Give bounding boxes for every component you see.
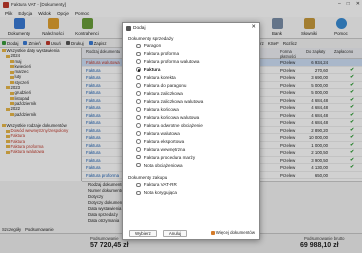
option-label: Paragon	[143, 43, 162, 49]
document-type-option[interactable]: Nota korygująca	[123, 189, 259, 197]
option-label: Faktura	[143, 67, 161, 73]
dialog-close-icon[interactable]: ✕	[251, 24, 256, 30]
document-type-option[interactable]: Faktura eksportowa	[123, 137, 259, 145]
more-documents-link[interactable]: Więcej dokumentów	[210, 230, 255, 235]
document-type-option[interactable]: Faktura wewnętrzna	[123, 145, 259, 153]
document-type-option[interactable]: Faktura	[123, 66, 259, 74]
add-document-dialog: Dodaj ✕ Dokumenty sprzedaży Paragon Faktu…	[122, 22, 260, 240]
option-label: Faktura walutowa	[143, 130, 180, 136]
document-type-option[interactable]: Faktura zaliczkowa	[123, 90, 259, 98]
dialog-icon	[126, 25, 131, 31]
document-type-option[interactable]: Faktura proforma	[123, 50, 259, 58]
radio-button[interactable]	[136, 75, 141, 81]
radio-button[interactable]	[136, 115, 141, 120]
option-label: Faktura eksportowa	[143, 138, 185, 144]
cancel-button[interactable]: Anuluj	[162, 230, 188, 237]
radio-button[interactable]	[136, 67, 141, 73]
option-label: Faktura zaliczkowa	[143, 91, 183, 97]
document-type-option[interactable]: Faktura walutowa	[123, 129, 259, 137]
option-label: Faktura zaliczkowa walutowa	[143, 99, 204, 105]
purchase-document-options: Faktura VAT-RR Nota korygująca	[123, 181, 259, 197]
select-button[interactable]: Wybierz	[129, 230, 157, 237]
sales-document-options: Paragon Faktura proforma Faktura proforma …	[123, 42, 259, 169]
option-label: Faktura proforma	[143, 51, 180, 57]
option-label: Faktura VAT-RR	[143, 182, 177, 188]
radio-button[interactable]	[136, 182, 141, 188]
option-label: Faktura procedura marży	[143, 154, 196, 160]
radio-button[interactable]	[136, 59, 141, 65]
option-label: Faktura proforma walutowa	[143, 59, 200, 65]
purchase-documents-heading: Dokumenty zakupu	[128, 175, 168, 180]
radio-button[interactable]	[136, 83, 141, 89]
option-label: Faktura korekta	[143, 75, 176, 81]
radio-button[interactable]	[136, 138, 141, 144]
dialog-footer: Wybierz Anuluj Więcej dokumentów	[123, 228, 259, 239]
document-type-option[interactable]: Faktura proforma walutowa	[123, 58, 259, 66]
option-label: Nota korygująca	[143, 190, 177, 196]
sales-documents-heading: Dokumenty sprzedaży	[128, 36, 174, 41]
document-type-option[interactable]: Faktura zaliczkowa walutowa	[123, 98, 259, 106]
document-type-option[interactable]: Paragon	[123, 42, 259, 50]
radio-button[interactable]	[136, 190, 141, 196]
option-label: Faktura do paragonu	[143, 83, 187, 89]
radio-button[interactable]	[136, 162, 141, 168]
radio-button[interactable]	[136, 130, 141, 136]
option-label: Faktura wewnętrzna	[143, 146, 186, 152]
radio-button[interactable]	[136, 146, 141, 152]
radio-button[interactable]	[136, 107, 141, 112]
dialog-title: Dodaj	[133, 25, 146, 31]
document-type-option[interactable]: Faktura procedura marży	[123, 153, 259, 161]
document-type-option[interactable]: Faktura końcowa walutowa	[123, 113, 259, 121]
document-type-option[interactable]: Nota obciążeniowa	[123, 161, 259, 169]
option-label: Nota obciążeniowa	[143, 162, 183, 168]
document-type-option[interactable]: Faktura korekta	[123, 74, 259, 82]
option-label: Faktura końcowa	[143, 106, 179, 112]
radio-button[interactable]	[136, 91, 141, 96]
document-type-option[interactable]: Faktura VAT-RR	[123, 181, 259, 189]
dialog-titlebar: Dodaj	[123, 23, 259, 33]
more-documents-icon	[210, 230, 215, 235]
radio-button[interactable]	[136, 154, 141, 160]
radio-button[interactable]	[136, 51, 141, 57]
document-type-option[interactable]: Faktura odwrotne obciążenie	[123, 121, 259, 129]
radio-button[interactable]	[136, 99, 141, 104]
option-label: Faktura końcowa walutowa	[143, 114, 200, 120]
document-type-option[interactable]: Faktura końcowa	[123, 106, 259, 114]
document-type-option[interactable]: Faktura do paragonu	[123, 82, 259, 90]
radio-button[interactable]	[136, 122, 141, 128]
option-label: Faktura odwrotne obciążenie	[143, 122, 203, 128]
radio-button[interactable]	[136, 43, 141, 49]
